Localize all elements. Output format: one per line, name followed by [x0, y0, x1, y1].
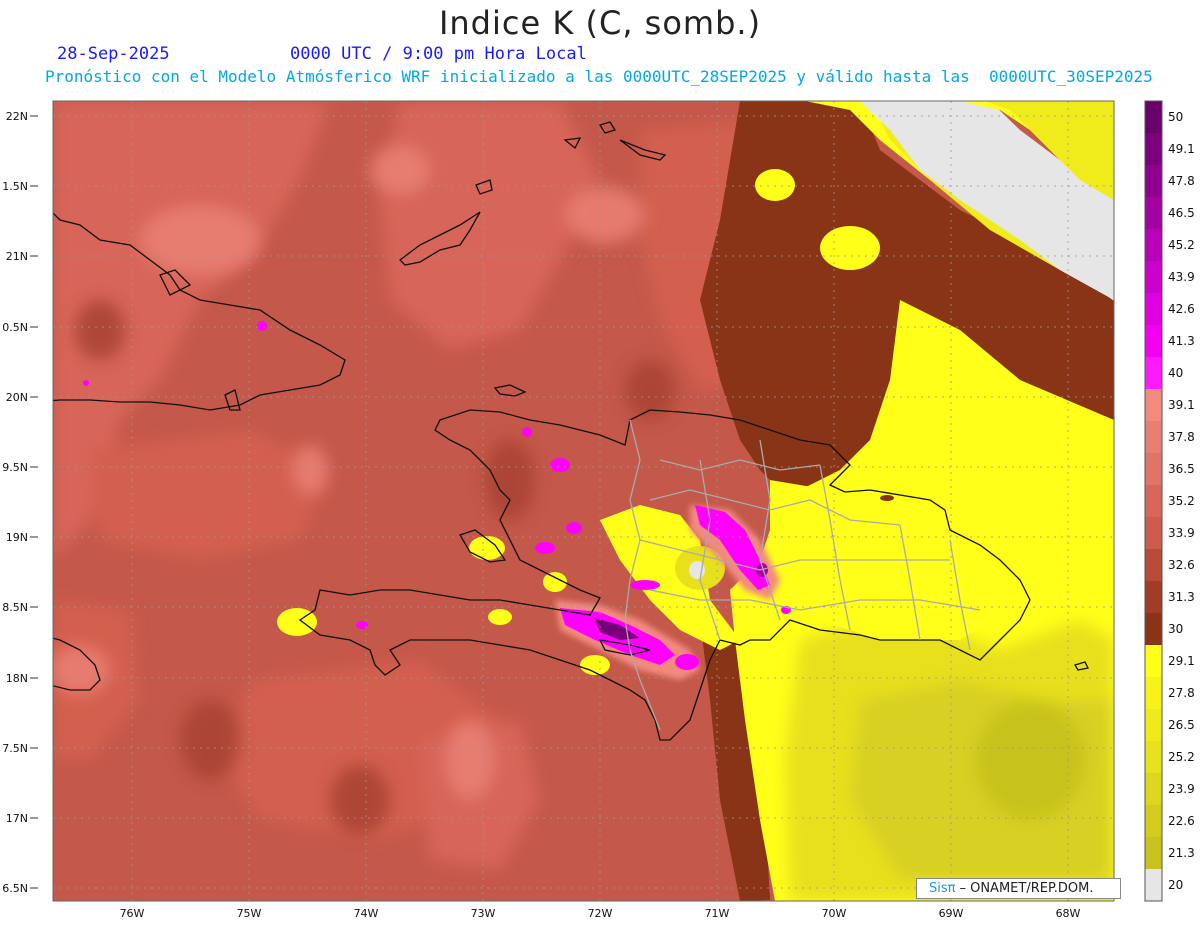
credit-box: Sisπ – ONAMET/REP.DOM.	[916, 878, 1121, 899]
colorbar-swatch	[1145, 773, 1162, 806]
colorbar-label: 46.5	[1168, 206, 1195, 220]
lat-label: 7.5N	[2, 742, 28, 755]
colorbar-swatch	[1145, 453, 1162, 486]
lon-label: 69W	[939, 907, 964, 920]
lat-label: 19N	[6, 531, 28, 544]
sispi-logo-text: Sisπ	[929, 881, 956, 896]
lat-label: 21N	[6, 250, 28, 263]
colorbar-label: 26.5	[1168, 718, 1195, 732]
k-index-map: 22N 1.5N 21N 0.5N 20N 9.5N 19N 8.5N 18N …	[2, 100, 1195, 920]
lat-label: 8.5N	[2, 601, 28, 614]
colorbar-label: 35.2	[1168, 494, 1195, 508]
colorbar-label: 36.5	[1168, 462, 1195, 476]
colorbar: 50 49.1 47.8 46.5 45.2 43.9 42.6 41.3 40 39.1 37.8…	[1144, 100, 1195, 902]
colorbar-swatch	[1145, 549, 1162, 582]
colorbar-label: 29.1	[1168, 654, 1195, 668]
colorbar-label: 49.1	[1168, 142, 1195, 156]
colorbar-swatch	[1145, 677, 1162, 710]
colorbar-swatch	[1145, 133, 1162, 166]
lon-label: 71W	[705, 907, 730, 920]
longitude-labels: 76W 75W 74W 73W 72W 71W 70W 69W 68W	[120, 907, 1081, 920]
lon-label: 70W	[822, 907, 847, 920]
lon-label: 75W	[237, 907, 262, 920]
lon-label: 76W	[120, 907, 145, 920]
colorbar-label: 27.8	[1168, 686, 1195, 700]
lat-label: 20N	[6, 391, 28, 404]
colorbar-label: 23.9	[1168, 782, 1195, 796]
colorbar-label: 21.3	[1168, 846, 1195, 860]
colorbar-swatch	[1145, 421, 1162, 454]
colorbar-label: 40	[1168, 366, 1183, 380]
colorbar-label: 30	[1168, 622, 1183, 636]
colorbar-swatch	[1145, 261, 1162, 294]
colorbar-swatch	[1145, 709, 1162, 742]
credit-text: – ONAMET/REP.DOM.	[959, 881, 1094, 896]
colorbar-swatch	[1145, 485, 1162, 518]
colorbar-label: 42.6	[1168, 302, 1195, 316]
colorbar-swatch	[1145, 357, 1162, 390]
lat-label: 22N	[6, 110, 28, 123]
colorbar-swatch	[1145, 165, 1162, 198]
colorbar-label: 37.8	[1168, 430, 1195, 444]
colorbar-swatch	[1145, 197, 1162, 230]
lat-label: 0.5N	[2, 321, 28, 334]
colorbar-label: 32.6	[1168, 558, 1195, 572]
colorbar-swatch	[1145, 293, 1162, 326]
lon-label: 73W	[471, 907, 496, 920]
lat-label: 9.5N	[2, 461, 28, 474]
lat-label: 1.5N	[2, 180, 28, 193]
colorbar-label: 25.2	[1168, 750, 1195, 764]
filled-contours	[53, 101, 1114, 901]
colorbar-label: 20	[1168, 878, 1183, 892]
colorbar-label: 39.1	[1168, 398, 1195, 412]
colorbar-swatch	[1145, 645, 1162, 678]
colorbar-label: 41.3	[1168, 334, 1195, 348]
colorbar-swatch	[1145, 741, 1162, 774]
colorbar-label: 31.3	[1168, 590, 1195, 604]
lon-label: 74W	[354, 907, 379, 920]
lon-label: 72W	[588, 907, 613, 920]
colorbar-label: 45.2	[1168, 238, 1195, 252]
lat-label: 6.5N	[2, 882, 28, 895]
colorbar-swatch	[1145, 517, 1162, 550]
colorbar-swatch	[1145, 581, 1162, 614]
colorbar-label: 33.9	[1168, 526, 1195, 540]
colorbar-label: 22.6	[1168, 814, 1195, 828]
colorbar-swatch	[1145, 101, 1162, 134]
colorbar-swatch	[1145, 229, 1162, 262]
latitude-labels: 22N 1.5N 21N 0.5N 20N 9.5N 19N 8.5N 18N …	[2, 110, 38, 895]
colorbar-label: 47.8	[1168, 174, 1195, 188]
colorbar-swatch	[1145, 325, 1162, 358]
colorbar-label: 43.9	[1168, 270, 1195, 284]
colorbar-swatch	[1145, 389, 1162, 422]
colorbar-swatch	[1145, 869, 1162, 902]
colorbar-label: 50	[1168, 110, 1183, 124]
lat-label: 18N	[6, 672, 28, 685]
lat-label: 17N	[6, 812, 28, 825]
colorbar-swatch	[1145, 837, 1162, 870]
lon-label: 68W	[1056, 907, 1081, 920]
colorbar-swatch	[1145, 613, 1162, 646]
colorbar-swatch	[1145, 805, 1162, 838]
